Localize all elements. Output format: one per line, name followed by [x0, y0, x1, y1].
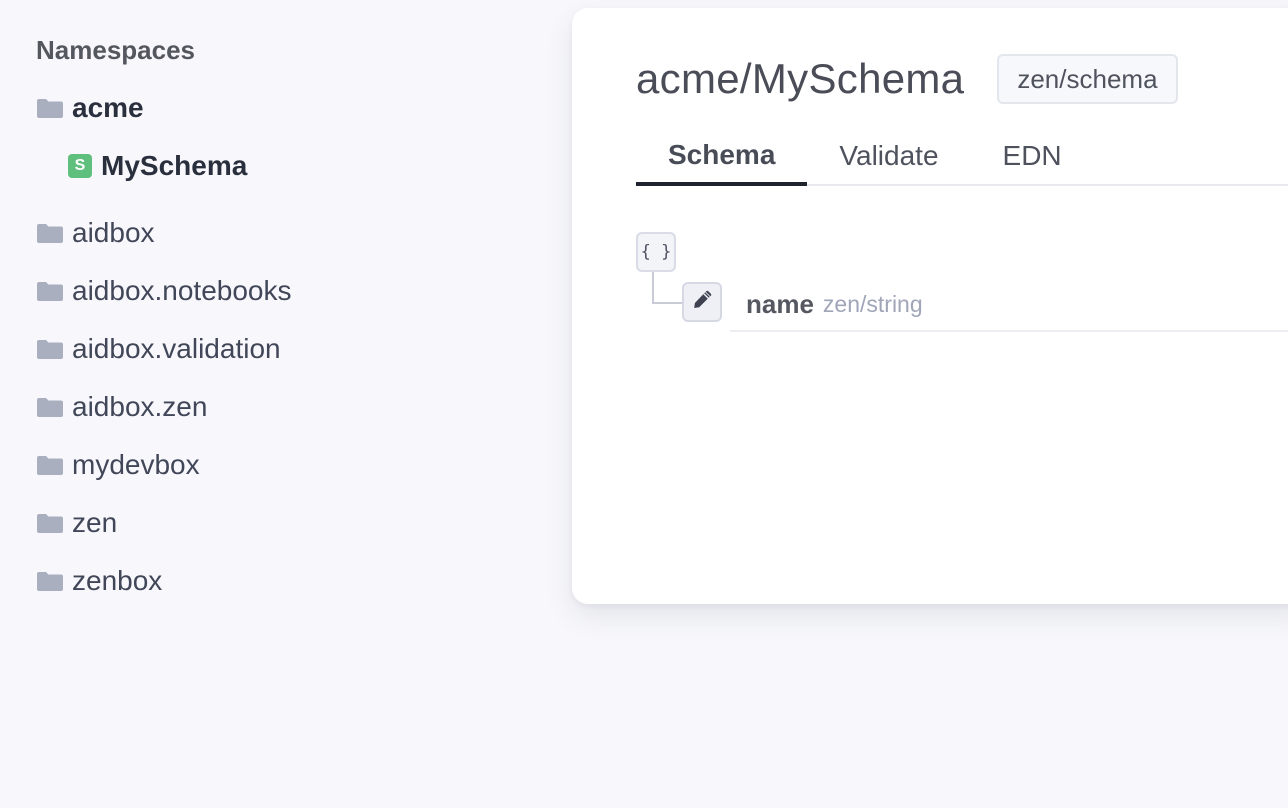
folder-icon [36, 97, 64, 119]
map-braces-icon[interactable]: { } [636, 232, 676, 272]
tree-connector [652, 272, 684, 304]
app: Namespaces acme S MySchema aidbox aidbox… [0, 0, 1288, 808]
namespaces-sidebar: Namespaces acme S MySchema aidbox aidbox… [36, 30, 516, 610]
namespace-label: aidbox.zen [72, 391, 208, 422]
folder-icon [36, 454, 64, 476]
schema-type-tag: zen/schema [997, 54, 1178, 104]
field-type: zen/string [822, 290, 923, 317]
folder-icon [36, 570, 64, 592]
namespace-item-aidbox[interactable]: aidbox [36, 204, 516, 262]
folder-icon [36, 280, 64, 302]
namespace-list: acme S MySchema aidbox aidbox.notebooks [36, 88, 516, 610]
folder-icon [36, 512, 64, 534]
schema-field-row[interactable]: name zen/string [730, 278, 1288, 332]
namespace-label: acme [72, 92, 144, 123]
sidebar-title: Namespaces [36, 35, 195, 65]
schema-item-myschema[interactable]: S MySchema [36, 146, 516, 186]
tab-edn[interactable]: EDN [971, 128, 1094, 184]
schema-badge-icon: S [68, 154, 92, 178]
schema-card: acme/MySchema zen/schema Schema Validate… [572, 8, 1288, 604]
page-title: acme/MySchema [636, 55, 965, 102]
namespace-item-acme[interactable]: acme [36, 88, 516, 128]
namespace-item-aidbox-zen[interactable]: aidbox.zen [36, 378, 516, 436]
namespace-item-aidbox-validation[interactable]: aidbox.validation [36, 320, 516, 378]
folder-icon [36, 222, 64, 244]
schema-label: MySchema [101, 150, 248, 181]
namespace-label: zen [72, 507, 118, 538]
folder-icon [36, 396, 64, 418]
namespace-label: zenbox [72, 565, 163, 596]
namespace-label: aidbox.validation [72, 333, 281, 364]
tab-validate[interactable]: Validate [807, 128, 970, 184]
field-name: name [746, 288, 814, 319]
namespace-label: aidbox [72, 217, 155, 248]
tab-schema[interactable]: Schema [636, 128, 808, 186]
edit-field-button[interactable] [682, 282, 722, 322]
namespace-item-zen[interactable]: zen [36, 494, 516, 552]
card-header: acme/MySchema zen/schema [636, 54, 1178, 104]
tab-bar: Schema Validate EDN [636, 128, 1288, 186]
folder-icon [36, 338, 64, 360]
namespace-item-mydevbox[interactable]: mydevbox [36, 436, 516, 494]
pencil-icon [692, 290, 712, 315]
namespace-label: mydevbox [72, 449, 200, 480]
namespace-item-zenbox[interactable]: zenbox [36, 552, 516, 610]
namespace-label: aidbox.notebooks [72, 275, 292, 306]
namespace-item-aidbox-notebooks[interactable]: aidbox.notebooks [36, 262, 516, 320]
